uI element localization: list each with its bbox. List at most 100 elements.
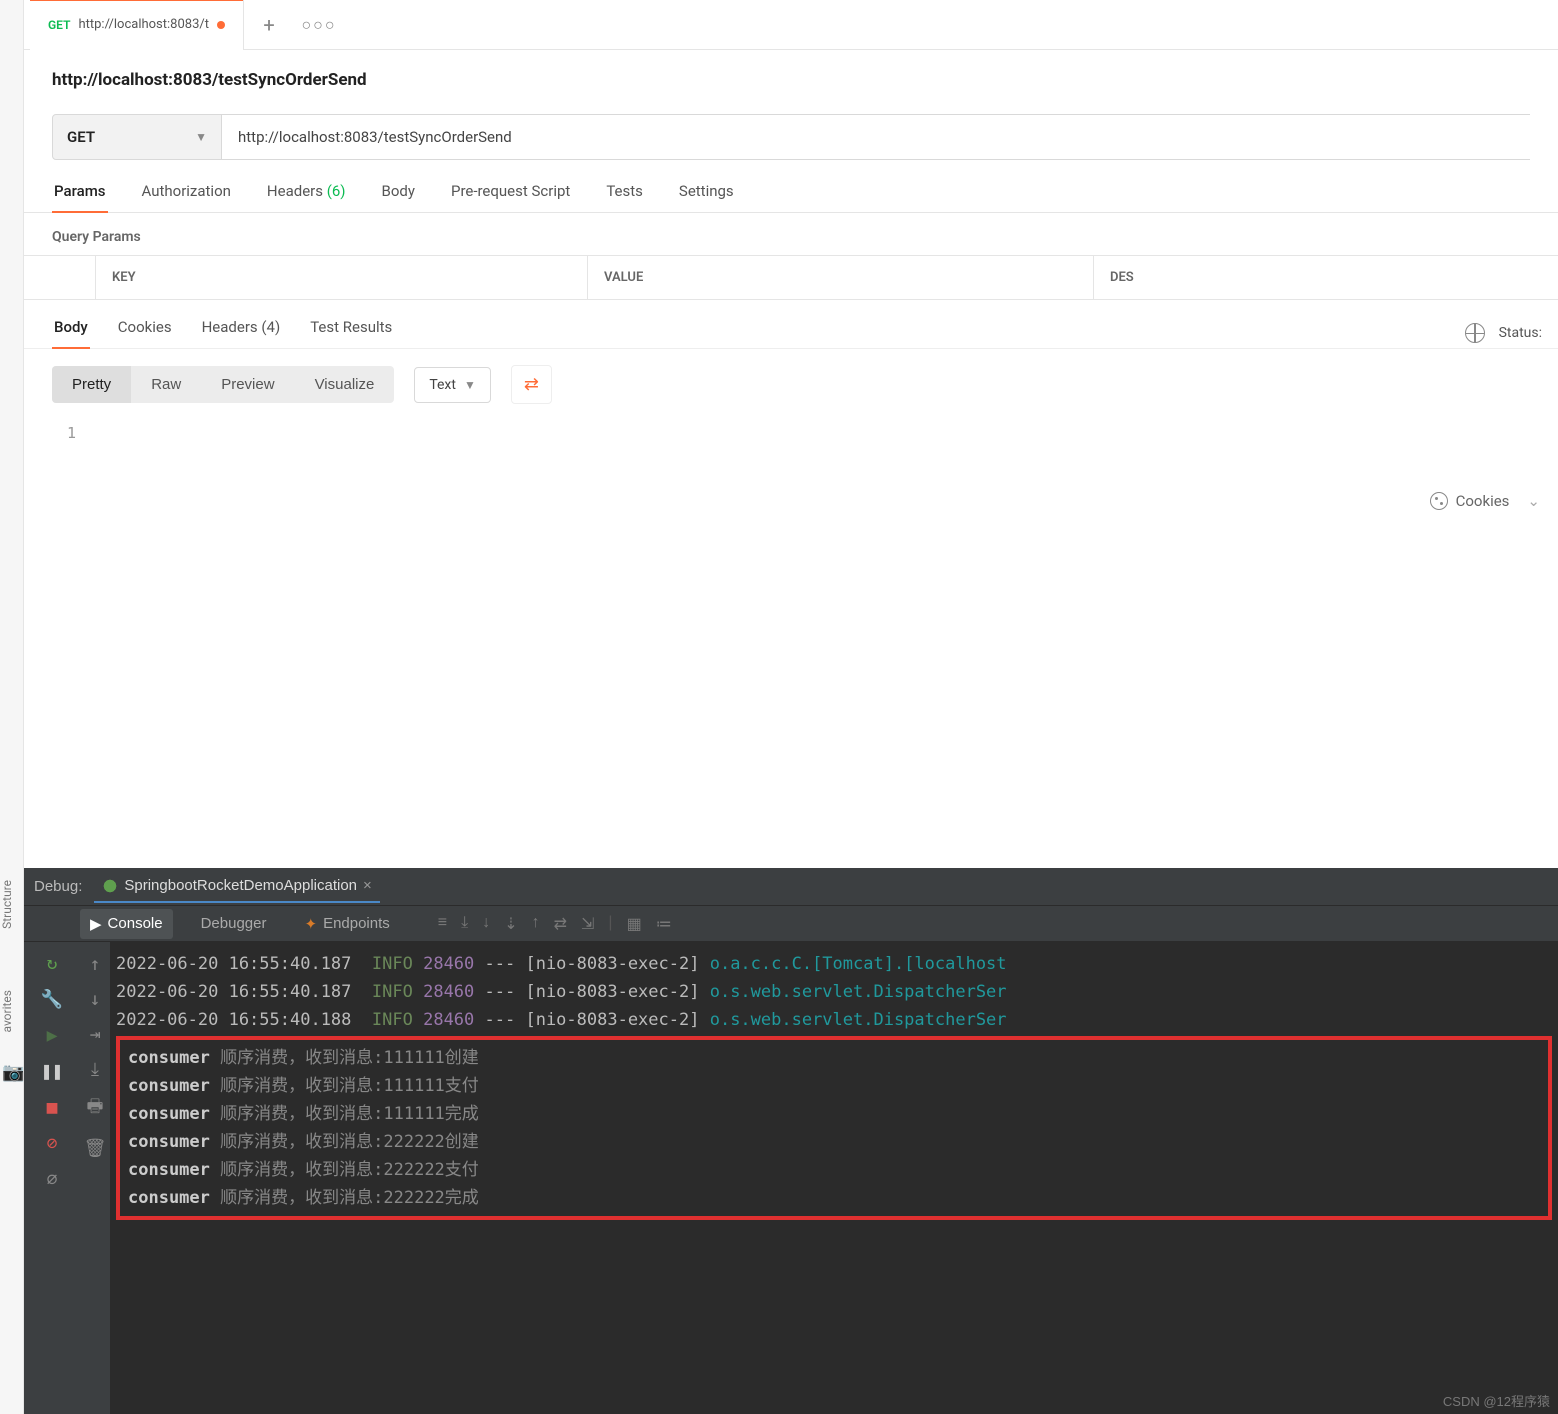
debug-label: Debug: xyxy=(34,878,82,895)
restab-headers-label: Headers xyxy=(202,318,258,336)
console-side-icons: ↑ ↓ ⇥ ⤓ 🖶 🗑 xyxy=(80,942,110,1414)
method-select[interactable]: GET ▼ xyxy=(52,114,222,160)
consumer-line: consumer 顺序消费，收到消息:222222完成 xyxy=(128,1184,1540,1212)
tab-overflow-button[interactable]: ○○○ xyxy=(294,15,344,35)
request-tab[interactable]: GET http://localhost:8083/t xyxy=(30,0,244,50)
fmt-preview[interactable]: Preview xyxy=(201,366,294,403)
restab-testresults[interactable]: Test Results xyxy=(308,318,394,348)
softwrap-icon[interactable]: ⇥ xyxy=(90,1024,101,1045)
run-to-icon[interactable]: ⇄ xyxy=(554,914,567,934)
footer-cookies-link[interactable]: Cookies xyxy=(1456,492,1510,510)
view-breakpoints-icon[interactable]: ⌀ xyxy=(41,1168,63,1190)
col-key: KEY xyxy=(96,256,588,300)
content-type-select[interactable]: Text ▼ xyxy=(414,367,491,403)
consumer-line: consumer 顺序消费，收到消息:111111完成 xyxy=(128,1100,1540,1128)
request-title: http://localhost:8083/testSyncOrderSend xyxy=(24,50,1558,100)
ide-left-rail: Structure avorites 📷 xyxy=(0,0,24,1414)
tab-console-label: Console xyxy=(108,915,163,932)
highlighted-box: consumer 顺序消费，收到消息:111111创建 consumer 顺序消… xyxy=(116,1036,1552,1220)
step-over-icon[interactable]: ⤓ xyxy=(461,914,468,934)
response-tabs: Body Cookies Headers (4) Test Results St… xyxy=(24,300,1558,349)
col-checkbox xyxy=(24,256,96,300)
step-into-icon[interactable]: ↓ xyxy=(482,914,490,934)
cookie-icon xyxy=(1430,492,1448,510)
globe-icon[interactable] xyxy=(1465,323,1485,343)
tab-endpoints-label: Endpoints xyxy=(323,915,390,932)
tab-method: GET xyxy=(48,18,70,32)
tab-headers-count: (6) xyxy=(327,182,346,200)
down-icon[interactable]: ↓ xyxy=(90,989,101,1010)
consumer-line: consumer 顺序消费，收到消息:222222创建 xyxy=(128,1128,1540,1156)
springboot-icon xyxy=(102,878,118,894)
format-row: Pretty Raw Preview Visualize Text ▼ ⇄ xyxy=(24,349,1558,420)
favorites-tool[interactable]: avorites xyxy=(0,990,14,1032)
format-segment: Pretty Raw Preview Visualize xyxy=(52,366,394,403)
debug-toolbar: Debug: SpringbootRocketDemoApplication × xyxy=(24,868,1558,906)
tab-body[interactable]: Body xyxy=(380,182,417,212)
step-down-icon[interactable]: ⇣ xyxy=(504,914,517,934)
tab-params[interactable]: Params xyxy=(52,182,108,212)
log-line: 2022-06-20 16:55:40.188 INFO 28460 --- [… xyxy=(116,1006,1552,1034)
run-config-tab[interactable]: SpringbootRocketDemoApplication × xyxy=(94,870,379,903)
watermark: CSDN @12程序猿 xyxy=(1443,1391,1550,1410)
restab-cookies[interactable]: Cookies xyxy=(116,318,174,348)
tab-name: http://localhost:8083/t xyxy=(78,17,209,32)
settings-icon[interactable]: ≔ xyxy=(656,914,672,934)
fmt-pretty[interactable]: Pretty xyxy=(52,366,131,403)
tab-headers-label: Headers xyxy=(267,182,323,200)
tab-debugger[interactable]: Debugger xyxy=(191,909,277,938)
col-description: DES xyxy=(1094,256,1558,300)
resume-icon[interactable]: ▶ xyxy=(41,1024,63,1046)
new-tab-button[interactable]: + xyxy=(244,13,294,37)
clear-icon[interactable]: 🗑 xyxy=(84,1138,107,1159)
response-footer: Cookies ⌄ xyxy=(24,482,1558,520)
calc-icon[interactable]: ▦ xyxy=(627,914,642,934)
evaluate-icon[interactable]: ⇲ xyxy=(581,914,594,934)
tab-tests[interactable]: Tests xyxy=(604,182,645,212)
content-type-value: Text xyxy=(429,377,456,393)
restab-body[interactable]: Body xyxy=(52,318,90,348)
tab-endpoints[interactable]: ✦ Endpoints xyxy=(294,909,399,939)
request-bar: GET ▼ http://localhost:8083/testSyncOrde… xyxy=(24,100,1558,160)
line-number: 1 xyxy=(52,424,76,442)
structure-tool[interactable]: Structure xyxy=(0,880,14,929)
col-value: VALUE xyxy=(588,256,1094,300)
debug-body: ↻ 🔧 ▶ ❚❚ ■ ⊘ ⌀ ↑ ↓ ⇥ ⤓ 🖶 🗑 2022-06-20 16… xyxy=(24,942,1558,1414)
request-subtabs: Params Authorization Headers (6) Body Pr… xyxy=(24,160,1558,213)
up-icon[interactable]: ↑ xyxy=(90,954,101,975)
print-icon[interactable]: 🖶 xyxy=(87,1094,104,1124)
close-icon[interactable]: × xyxy=(363,877,372,894)
pause-icon[interactable]: ❚❚ xyxy=(41,1060,63,1082)
step-out-icon[interactable]: ↑ xyxy=(532,914,540,934)
fmt-raw[interactable]: Raw xyxy=(131,366,201,403)
ide-debug-panel: Debug: SpringbootRocketDemoApplication ×… xyxy=(24,868,1558,1414)
restab-headers[interactable]: Headers (4) xyxy=(200,318,283,348)
consumer-line: consumer 顺序消费，收到消息:222222支付 xyxy=(128,1156,1540,1184)
chevron-down-icon: ▼ xyxy=(195,130,207,144)
menu-icon[interactable]: ≡ xyxy=(438,914,447,934)
tab-headers[interactable]: Headers (6) xyxy=(265,182,348,212)
unsaved-dot-icon xyxy=(217,21,225,29)
console-icon: ▶ xyxy=(90,915,102,933)
console-log[interactable]: 2022-06-20 16:55:40.187 INFO 28460 --- [… xyxy=(110,942,1558,1414)
restab-headers-count: (4) xyxy=(261,318,280,336)
debug-toolbar-icons: ≡ ⤓ ↓ ⇣ ↑ ⇄ ⇲ | ▦ ≔ xyxy=(438,914,672,934)
url-input[interactable]: http://localhost:8083/testSyncOrderSend xyxy=(222,114,1530,160)
tab-console[interactable]: ▶ Console xyxy=(80,909,173,939)
camera-icon[interactable]: 📷 xyxy=(2,1062,24,1083)
tabs-row: GET http://localhost:8083/t + ○○○ xyxy=(24,0,1558,50)
debug-left-icons: ↻ 🔧 ▶ ❚❚ ■ ⊘ ⌀ xyxy=(24,942,80,1414)
tab-prerequest[interactable]: Pre-request Script xyxy=(449,182,572,212)
scroll-end-icon[interactable]: ⤓ xyxy=(91,1059,99,1080)
wrap-lines-button[interactable]: ⇄ xyxy=(511,365,552,404)
fmt-visualize[interactable]: Visualize xyxy=(295,366,395,403)
tab-authorization[interactable]: Authorization xyxy=(140,182,233,212)
stop-icon[interactable]: ■ xyxy=(41,1096,63,1118)
tab-settings[interactable]: Settings xyxy=(677,182,736,212)
mute-breakpoints-icon[interactable]: ⊘ xyxy=(41,1132,63,1154)
log-line: 2022-06-20 16:55:40.187 INFO 28460 --- [… xyxy=(116,950,1552,978)
trash-icon[interactable]: ⌄ xyxy=(1527,492,1540,510)
response-body[interactable]: 1 xyxy=(24,420,1558,482)
wrench-icon[interactable]: 🔧 xyxy=(41,988,63,1010)
rerun-icon[interactable]: ↻ xyxy=(41,952,63,974)
